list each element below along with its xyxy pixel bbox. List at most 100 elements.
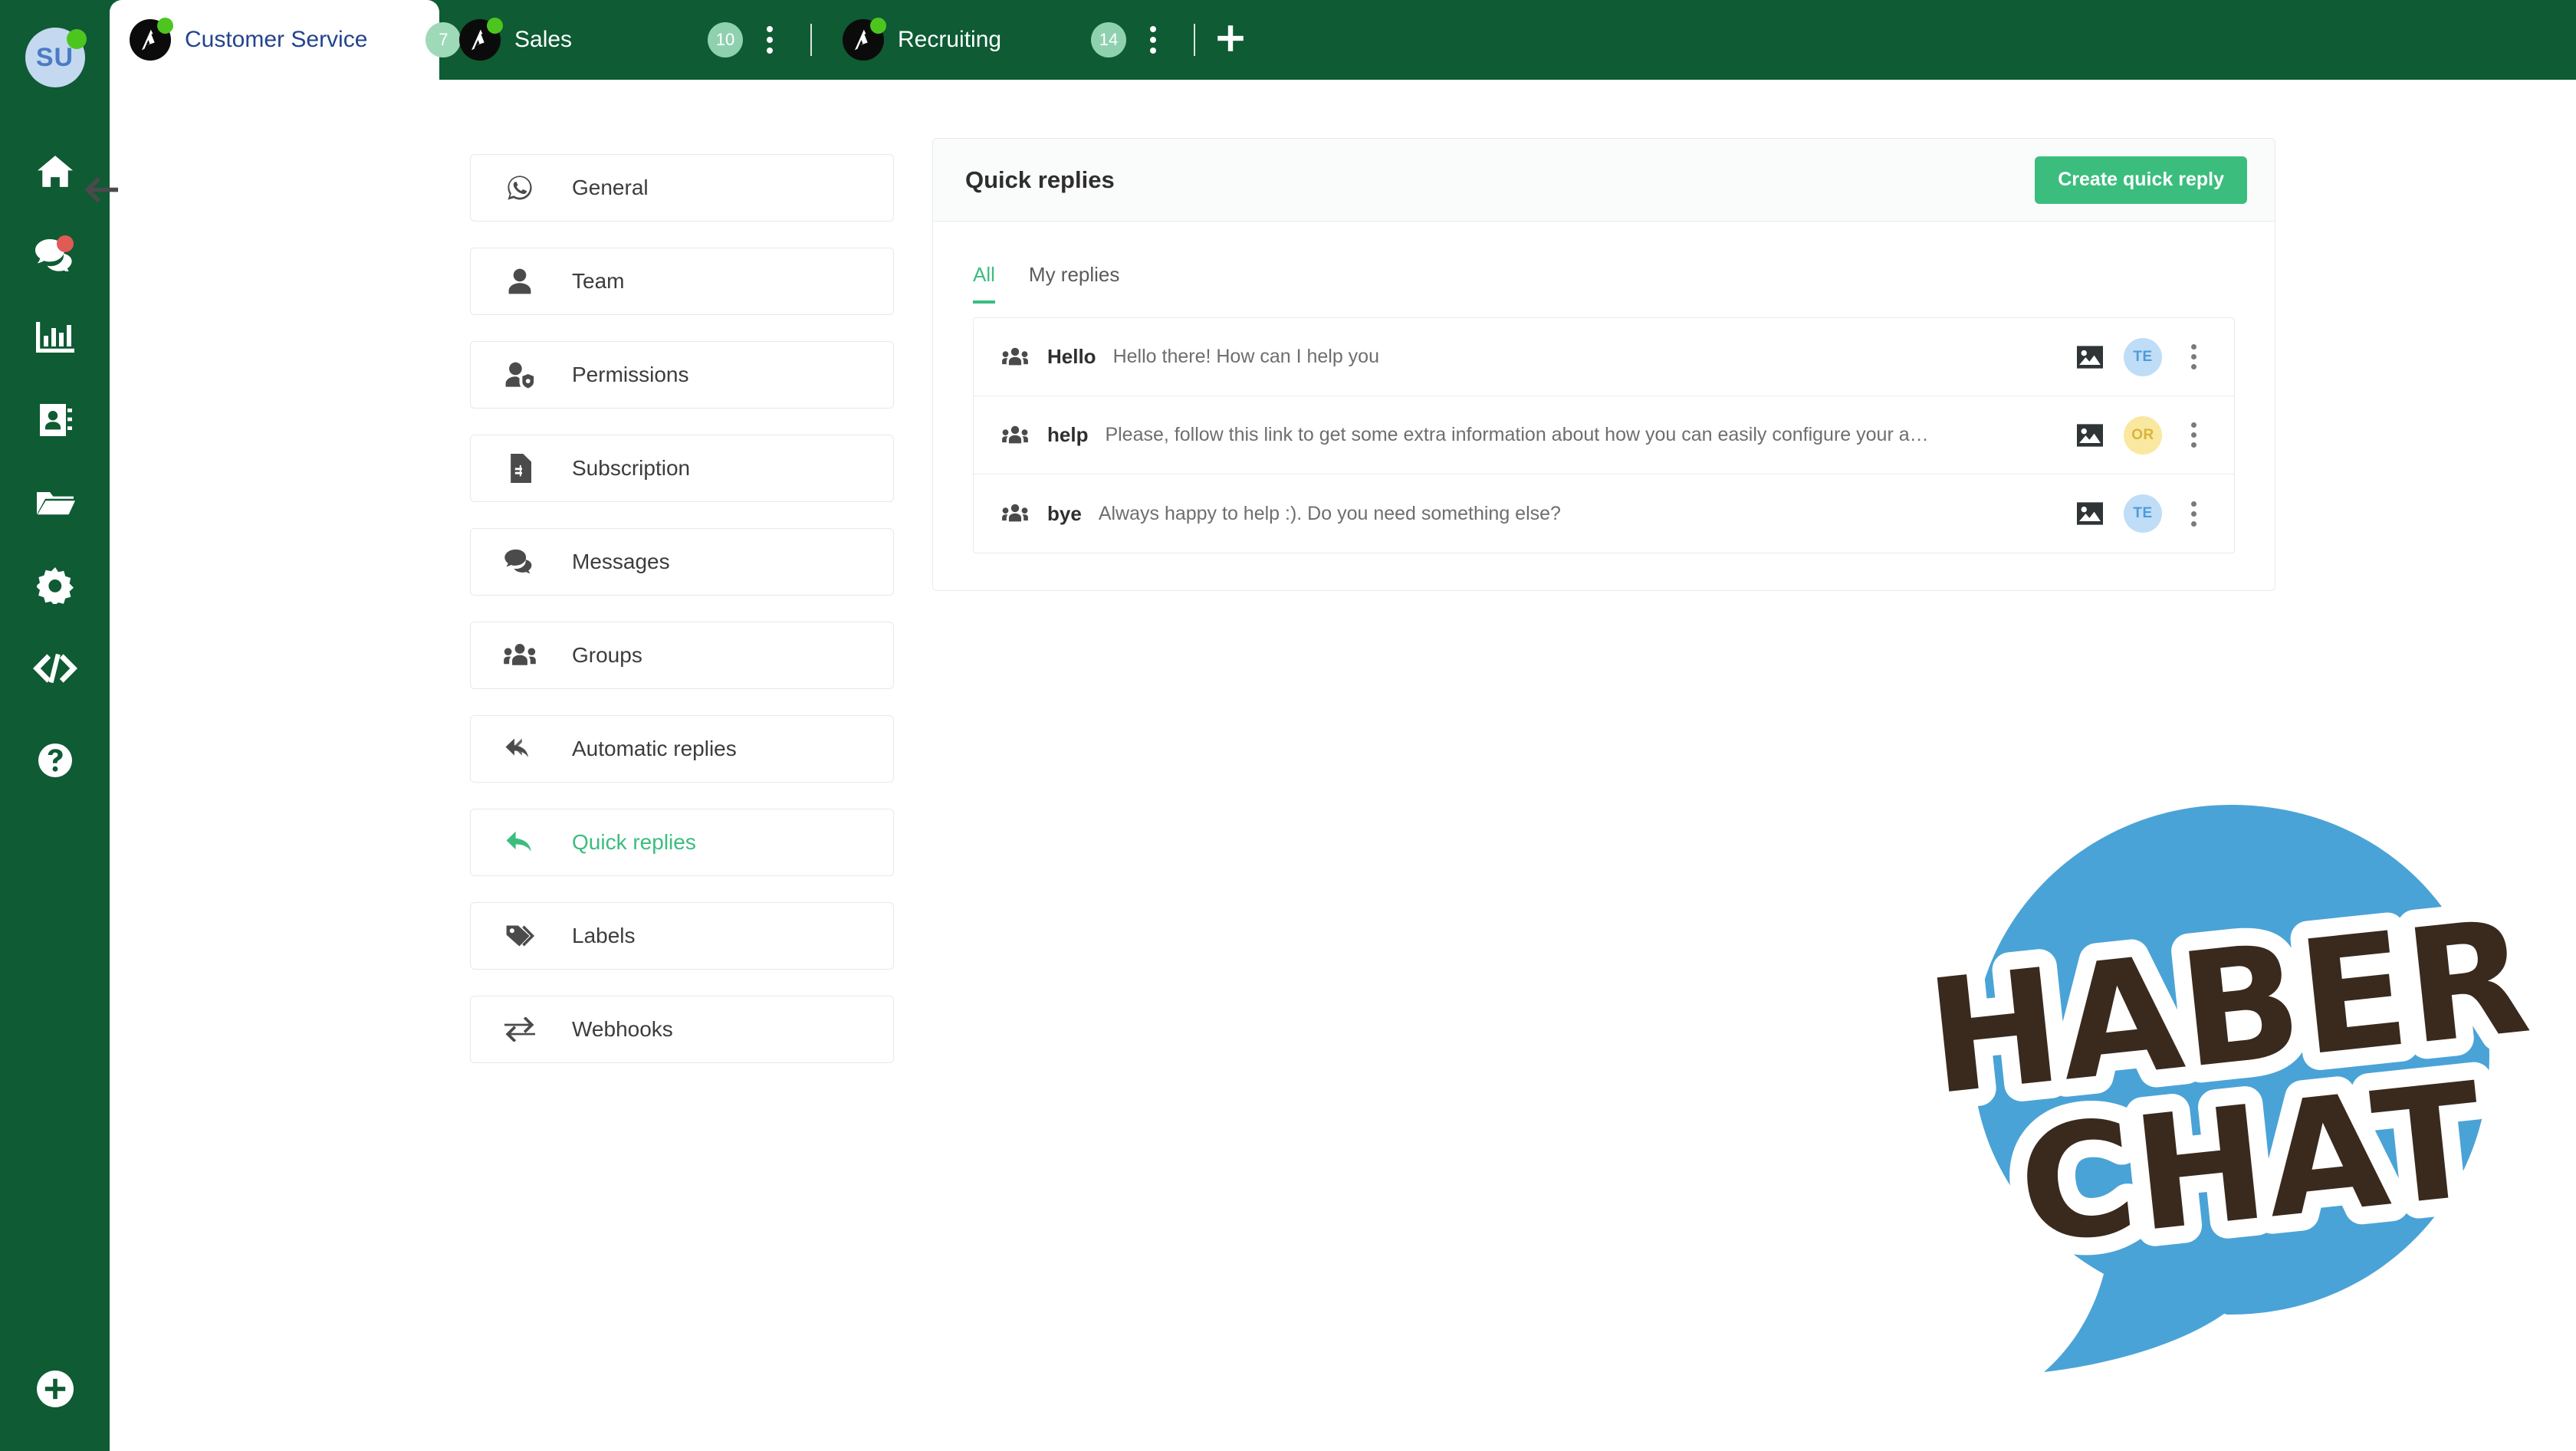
sidebar-item-quick-replies[interactable]: Quick replies: [470, 809, 894, 876]
sidebar-item-subscription[interactable]: Subscription: [470, 435, 894, 502]
row-menu-button[interactable]: [2179, 339, 2208, 376]
tab-divider: [810, 24, 812, 56]
back-button[interactable]: [77, 167, 126, 216]
page-title: Quick replies: [965, 166, 1115, 194]
users-icon: [1000, 347, 1030, 367]
contacts-icon: [37, 402, 74, 442]
image-icon[interactable]: [2073, 346, 2107, 369]
sidebar-item-label: Quick replies: [572, 830, 696, 855]
sidebar-item-webhooks[interactable]: Webhooks: [470, 996, 894, 1063]
home-icon: [35, 154, 75, 193]
sidebar-item-label: Webhooks: [572, 1017, 673, 1042]
reply-icon: [503, 830, 537, 855]
tab-status-dot: [487, 18, 503, 34]
workspace-tab-recruiting[interactable]: Recruiting 14: [823, 0, 1183, 80]
sidebar-item-label: Permissions: [572, 363, 688, 387]
sidebar-item-label: Groups: [572, 643, 642, 668]
panel-header: Quick replies Create quick reply: [933, 139, 2275, 222]
table-row[interactable]: help Please, follow this link to get som…: [974, 396, 2234, 474]
sidebar-item-messages[interactable]: Messages: [470, 528, 894, 596]
app-root: SU: [0, 0, 2576, 1451]
row-menu-button[interactable]: [2179, 495, 2208, 532]
tags-icon: [503, 923, 537, 949]
chats-notification-dot: [57, 235, 74, 252]
image-icon[interactable]: [2073, 502, 2107, 525]
tab-status-dot: [157, 18, 173, 34]
workspace-tab-sales[interactable]: Sales 10: [439, 0, 800, 80]
rail-item-developer[interactable]: [18, 629, 92, 711]
quick-reply-text: Always happy to help :). Do you need som…: [1099, 503, 2056, 525]
sidebar-item-label: General: [572, 176, 649, 200]
whatsapp-icon: [503, 174, 537, 202]
tab-all[interactable]: All: [973, 263, 995, 304]
tab-unread-badge: 10: [708, 22, 743, 57]
table-row[interactable]: Hello Hello there! How can I help you TE: [974, 318, 2234, 396]
rail-item-chats[interactable]: [18, 215, 92, 297]
sidebar-item-labels[interactable]: Labels: [470, 902, 894, 970]
table-row[interactable]: bye Always happy to help :). Do you need…: [974, 474, 2234, 553]
settings-icon: [37, 567, 74, 608]
users-icon: [503, 643, 537, 668]
invoice-icon: [503, 454, 537, 483]
sidebar-item-label: Subscription: [572, 456, 690, 481]
tab-divider: [1194, 24, 1195, 56]
tab-menu-button[interactable]: [1140, 22, 1166, 57]
tab-my-replies[interactable]: My replies: [1029, 263, 1119, 304]
sidebar-item-automatic-replies[interactable]: Automatic replies: [470, 715, 894, 783]
workspace-tab-bar: Customer Service 7 Sales 10: [110, 0, 2576, 80]
arrow-left-icon: [83, 175, 120, 209]
rail-item-contacts[interactable]: [18, 380, 92, 463]
files-icon: [35, 487, 75, 522]
avatar: TE: [2124, 338, 2162, 376]
quick-reply-tabs: All My replies: [933, 222, 2275, 304]
comments-icon: [503, 549, 537, 575]
rail-item-files[interactable]: [18, 463, 92, 546]
users-icon: [1000, 504, 1030, 524]
quick-reply-shortcut: Hello: [1047, 345, 1096, 369]
user-avatar[interactable]: SU: [25, 28, 85, 87]
tab-status-dot: [870, 18, 886, 34]
plus-icon: [1215, 23, 1246, 57]
avatar: TE: [2124, 494, 2162, 533]
rail-add-button[interactable]: [0, 1371, 110, 1411]
sidebar-item-label: Automatic replies: [572, 737, 737, 761]
sidebar-item-label: Messages: [572, 550, 670, 574]
rail-icon-list: [18, 132, 92, 803]
quick-reply-text: Please, follow this link to get some ext…: [1105, 424, 2056, 446]
rail-item-help[interactable]: [18, 721, 92, 803]
stats-icon: [36, 320, 74, 358]
quick-reply-shortcut: bye: [1047, 502, 1082, 526]
tab-title: Customer Service: [185, 27, 367, 53]
exchange-icon: [503, 1017, 537, 1042]
tab-logo: [843, 19, 884, 61]
avatar: OR: [2124, 416, 2162, 455]
quick-reply-text: Hello there! How can I help you: [1113, 346, 2056, 368]
row-menu-button[interactable]: [2179, 417, 2208, 454]
workspace-tab-customer-service[interactable]: Customer Service 7: [110, 0, 439, 80]
user-shield-icon: [503, 361, 537, 389]
online-status-dot: [67, 29, 87, 49]
tab-logo: [130, 19, 171, 61]
quick-replies-list: Hello Hello there! How can I help you TE: [973, 317, 2235, 553]
tab-menu-button[interactable]: [757, 22, 783, 57]
settings-nav-list: General Team Permissions: [470, 154, 894, 1089]
tab-unread-badge: 14: [1091, 22, 1126, 57]
quick-replies-panel: Quick replies Create quick reply All My …: [932, 138, 2275, 591]
image-icon[interactable]: [2073, 424, 2107, 447]
sidebar-item-groups[interactable]: Groups: [470, 622, 894, 689]
add-workspace-tab-button[interactable]: [1206, 0, 1255, 80]
rail-item-settings[interactable]: [18, 546, 92, 629]
plus-circle-icon: [37, 1371, 74, 1411]
panel-body: All My replies: [933, 222, 2275, 590]
users-icon: [1000, 425, 1030, 445]
tab-title: Recruiting: [898, 27, 1001, 53]
sidebar-item-team[interactable]: Team: [470, 248, 894, 315]
create-quick-reply-button[interactable]: Create quick reply: [2035, 156, 2247, 204]
sidebar-item-label: Labels: [572, 924, 636, 948]
tab-title: Sales: [514, 27, 572, 53]
sidebar-item-label: Team: [572, 269, 624, 294]
sidebar-item-permissions[interactable]: Permissions: [470, 341, 894, 409]
sidebar-item-general[interactable]: General: [470, 154, 894, 222]
developer-icon: [33, 652, 77, 688]
rail-item-statistics[interactable]: [18, 297, 92, 380]
